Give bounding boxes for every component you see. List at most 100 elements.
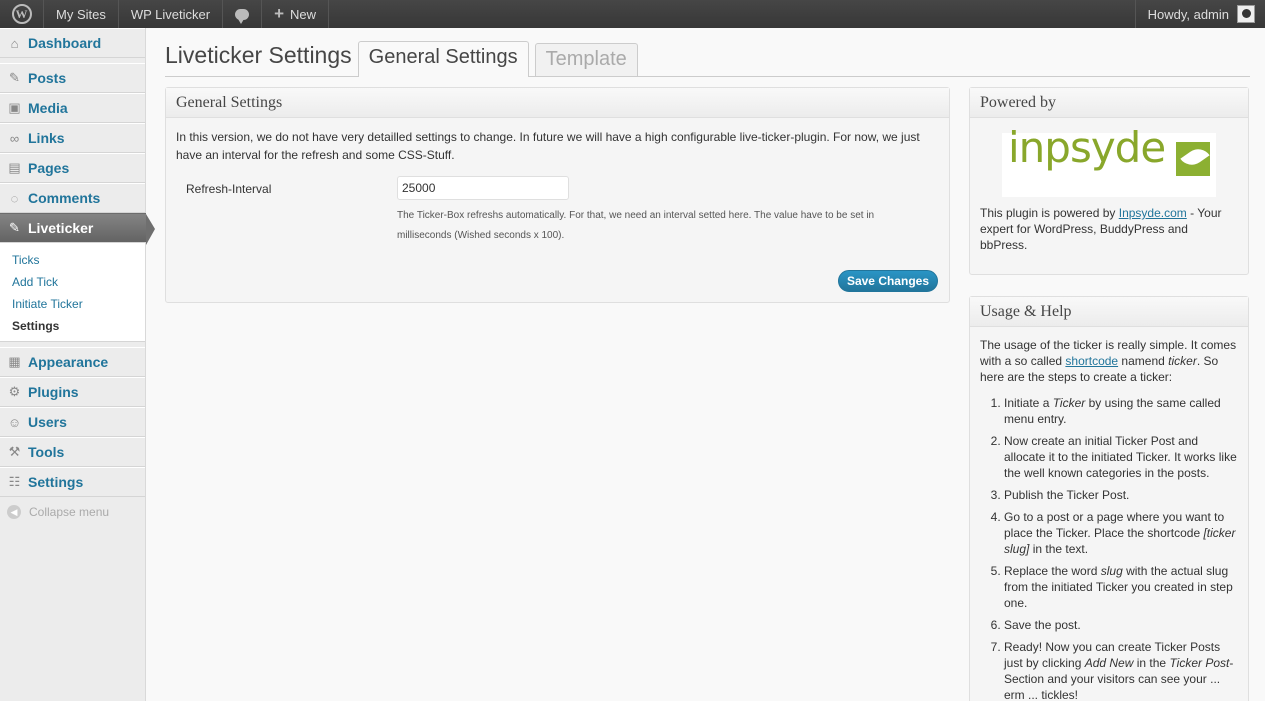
my-account-menu[interactable]: Howdy, admin [1134, 0, 1265, 28]
powered-by-box: Powered by inpsyde This plugin is powere… [969, 87, 1249, 275]
inpsyde-logo[interactable]: inpsyde [1002, 123, 1216, 197]
box-content: inpsyde This plugin is powered by Inpsyd… [970, 118, 1248, 263]
step-item: Initiate a Ticker by using the same call… [1004, 395, 1238, 427]
menu-plugins[interactable]: ⚙ Plugins [0, 377, 145, 407]
menu-settings[interactable]: ☷ Settings [0, 467, 145, 497]
menu-label: Plugins [28, 384, 79, 400]
menu-label: Links [28, 130, 65, 146]
media-icon: ▣ [8, 100, 21, 115]
refresh-interval-input[interactable] [397, 176, 569, 200]
tab-template[interactable]: Template [534, 43, 638, 76]
main-content: Liveticker Settings General Settings Tem… [165, 28, 1250, 77]
collapse-menu[interactable]: ◀ Collapse menu [0, 497, 145, 527]
step-emphasis: Ticker [1052, 396, 1086, 410]
page-title: Liveticker Settings [165, 42, 352, 68]
pages-icon: ▤ [8, 160, 21, 175]
menu-label: Posts [28, 70, 67, 86]
box-content: The usage of the ticker is really simple… [970, 327, 1248, 701]
menu-users[interactable]: ☺ Users [0, 407, 145, 437]
submenu-add-tick[interactable]: Add Tick [0, 271, 145, 293]
step-text: Initiate a [1004, 396, 1053, 410]
menu-label: Pages [28, 160, 70, 176]
save-changes-button[interactable]: Save Changes [837, 270, 938, 292]
inpsyde-link[interactable]: Inpsyde.com [1119, 206, 1187, 220]
step-text: Go to a post or a page where you want to… [1004, 510, 1225, 540]
menu-links[interactable]: ∞ Links [0, 123, 145, 153]
site-name-menu[interactable]: WP Liveticker [119, 0, 224, 28]
menu-dashboard[interactable]: ⌂ Dashboard [0, 28, 145, 58]
collapse-arrow-icon: ◀ [7, 505, 21, 519]
menu-appearance[interactable]: ▦ Appearance [0, 347, 145, 377]
dashboard-icon: ⌂ [10, 35, 19, 51]
usage-help-box: Usage & Help The usage of the ticker is … [969, 296, 1249, 701]
step-text: in the text. [1029, 542, 1089, 556]
powered-text-before: This plugin is powered by [980, 206, 1119, 220]
comment-icon: ◌ [10, 190, 19, 206]
tab-general-settings[interactable]: General Settings [357, 41, 529, 77]
menu-media[interactable]: ▣ Media [0, 93, 145, 123]
submenu-initiate-ticker[interactable]: Initiate Ticker [0, 293, 145, 315]
pin-icon: ✎ [9, 220, 20, 235]
pin-icon: ✎ [9, 70, 20, 85]
shortcode-link[interactable]: shortcode [1065, 354, 1118, 368]
settings-icon: ☷ [8, 474, 21, 489]
menu-tools[interactable]: ⚒ Tools [0, 437, 145, 467]
general-settings-box: General Settings In this version, we do … [165, 87, 950, 303]
box-content: In this version, we do not have very det… [166, 118, 949, 256]
step-emphasis: slug [1100, 564, 1123, 578]
collapse-label: Collapse menu [29, 505, 110, 519]
submenu-ticks[interactable]: Ticks [0, 249, 145, 271]
step-text: Replace the word [1004, 564, 1101, 578]
my-sites-menu[interactable]: My Sites [44, 0, 119, 28]
step-emphasis: Add New [1084, 656, 1134, 670]
step-emphasis: Ticker Post [1169, 656, 1230, 670]
new-label: New [290, 6, 317, 22]
step-item: Go to a post or a page where you want to… [1004, 509, 1238, 557]
page-heading: Liveticker Settings General Settings Tem… [165, 28, 1250, 77]
powered-text: This plugin is powered by Inpsyde.com - … [980, 205, 1238, 253]
logo-text: inpsyde [1008, 123, 1166, 172]
menu-label: Liveticker [28, 220, 94, 236]
steps-list: Initiate a Ticker by using the same call… [980, 395, 1238, 701]
wordpress-icon: W [11, 4, 32, 24]
refresh-interval-row: Refresh-Interval The Ticker-Box refreshs… [176, 176, 939, 246]
step-item: Publish the Ticker Post. [1004, 487, 1238, 503]
wordpress-logo-menu[interactable]: W [0, 0, 44, 28]
menu-comments[interactable]: ◌ Comments [0, 183, 145, 213]
liveticker-submenu: Ticks Add Tick Initiate Ticker Settings [0, 243, 145, 342]
appearance-icon: ▦ [8, 354, 21, 369]
menu-label: Dashboard [28, 35, 102, 51]
menu-label: Appearance [28, 354, 109, 370]
box-title: Usage & Help [970, 297, 1248, 327]
intro-text: In this version, we do not have very det… [176, 130, 920, 162]
comments-menu[interactable] [223, 0, 263, 28]
box-title: General Settings [166, 88, 949, 118]
users-icon: ☺ [7, 414, 22, 430]
intro-part: namend [1118, 354, 1169, 368]
menu-liveticker[interactable]: ✎ Liveticker [0, 213, 155, 245]
refresh-interval-field: The Ticker-Box refreshs automatically. F… [397, 176, 907, 246]
menu-posts[interactable]: ✎ Posts [0, 63, 145, 93]
step-item: Ready! Now you can create Ticker Posts j… [1004, 639, 1238, 701]
submenu-settings[interactable]: Settings [0, 315, 145, 337]
plugin-icon: ⚙ [8, 384, 21, 399]
tools-icon: ⚒ [8, 444, 21, 459]
step-item: Save the post. [1004, 617, 1238, 633]
admin-sidebar: ⌂ Dashboard ✎ Posts ▣ Media ∞ Links ▤ Pa… [0, 28, 155, 701]
menu-label: Users [28, 414, 67, 430]
plus-icon: + [274, 4, 285, 23]
link-icon: ∞ [9, 130, 20, 146]
avatar [1237, 5, 1255, 23]
step-item: Replace the word slug with the actual sl… [1004, 563, 1238, 611]
refresh-interval-label: Refresh-Interval [186, 182, 272, 196]
field-description: The Ticker-Box refreshs automatically. F… [397, 210, 875, 241]
menu-label: Tools [28, 444, 65, 460]
menu-pages[interactable]: ▤ Pages [0, 153, 145, 183]
new-content-menu[interactable]: + New [262, 0, 330, 28]
menu-label: Comments [28, 190, 101, 206]
intro-emphasis: ticker [1168, 354, 1197, 368]
usage-intro: The usage of the ticker is really simple… [980, 337, 1238, 385]
howdy-text: Howdy, admin [1147, 6, 1229, 22]
menu-label: Settings [28, 474, 84, 490]
leaf-icon [1176, 142, 1210, 176]
